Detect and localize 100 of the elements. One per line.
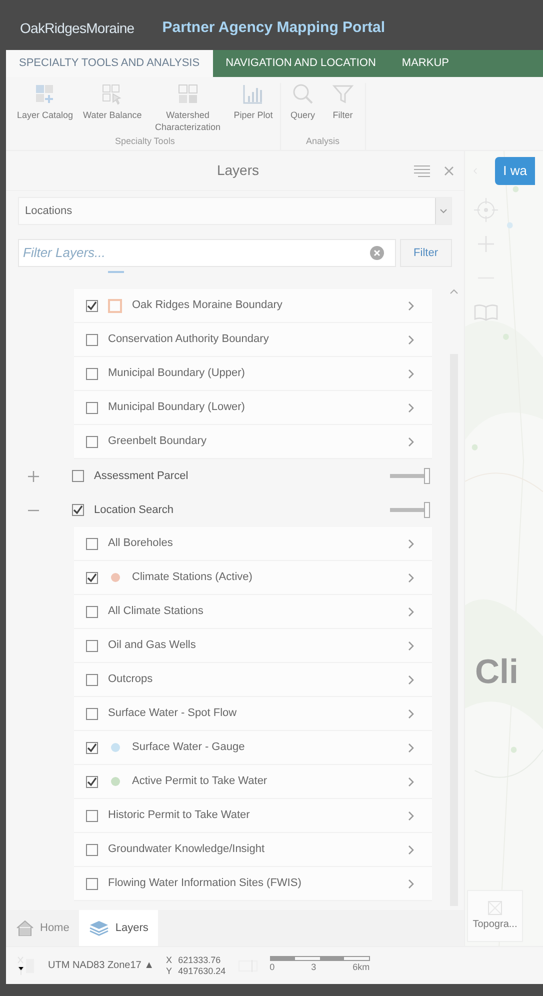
layer-name: Surface Water - Gauge: [132, 740, 246, 756]
ribbon-tab[interactable]: SPECIALTY TOOLS AND ANALYSIS: [6, 50, 213, 77]
layer-name: Historic Permit to Take Water: [108, 808, 251, 824]
layer-name: Greenbelt Boundary: [108, 434, 208, 450]
layer-name: Municipal Boundary (Lower): [108, 400, 246, 416]
layer-row[interactable]: Municipal Boundary (Lower): [74, 391, 432, 425]
chevron-right-icon: [408, 368, 414, 378]
checkbox[interactable]: [86, 810, 98, 822]
layer-row[interactable]: Historic Permit to Take Water: [74, 799, 432, 833]
checkbox[interactable]: [86, 640, 98, 652]
checkbox[interactable]: [86, 742, 98, 754]
layer-row[interactable]: Groundwater Knowledge/Insight: [74, 833, 432, 867]
checkbox[interactable]: [86, 878, 98, 890]
chevron-right-icon: [408, 844, 414, 854]
group-name: Assessment Parcel: [94, 468, 190, 484]
checkbox[interactable]: [86, 334, 98, 346]
slider-thumb[interactable]: [424, 468, 430, 484]
layer-name: All Boreholes: [108, 536, 174, 552]
scroll-up-icon[interactable]: [450, 289, 458, 294]
filter-field[interactable]: Filter Layers...: [18, 239, 396, 267]
close-icon[interactable]: [444, 166, 454, 176]
chevron-right-icon: [408, 878, 414, 888]
chevron-right-icon: [408, 402, 414, 412]
ribbon-tab[interactable]: MARKUP: [388, 50, 462, 77]
chevron-right-icon: [408, 436, 414, 446]
checkbox[interactable]: [86, 844, 98, 856]
panel-tab[interactable]: Home: [6, 910, 80, 946]
checkbox[interactable]: [86, 572, 98, 584]
chevron-right-icon: [408, 810, 414, 820]
plus-icon[interactable]: [28, 470, 39, 482]
panel-title: Layers: [216, 161, 260, 180]
layer-row[interactable]: Municipal Boundary (Upper): [74, 357, 432, 391]
layer-row[interactable]: Conservation Authority Boundary: [74, 323, 432, 357]
tool-button[interactable]: Filter: [322, 83, 363, 121]
filter-icon: [332, 83, 354, 105]
layer-row[interactable]: Surface Water - Spot Flow: [74, 697, 432, 731]
tool-button[interactable]: Layer Catalog: [12, 83, 78, 133]
layer-set-dropdown[interactable]: Locations: [18, 197, 452, 225]
layer-name: Active Permit to Take Water: [132, 774, 268, 790]
home-icon: [16, 920, 34, 936]
checkbox[interactable]: [86, 606, 98, 618]
logo[interactable]: OakRidgesMoraine: [20, 18, 134, 38]
tool-button[interactable]: Query: [282, 83, 323, 121]
opacity-slider[interactable]: [390, 502, 430, 518]
app-title: Partner Agency Mapping Portal: [162, 18, 386, 38]
menu-icon[interactable]: [414, 164, 430, 176]
projection-label[interactable]: UTM NAD83 Zone17 ▲: [48, 958, 154, 973]
grid-cursor-icon: [101, 83, 124, 105]
chevron-right-icon: [408, 708, 414, 718]
layer-row[interactable]: Oak Ridges Moraine Boundary: [74, 289, 432, 323]
checkbox[interactable]: [86, 368, 98, 380]
search-icon: [292, 83, 314, 105]
layer-name: Oil and Gas Wells: [108, 638, 197, 654]
search-button[interactable]: I wa: [495, 157, 535, 185]
layer-name: All Climate Stations: [108, 604, 204, 620]
slider-thumb[interactable]: [424, 502, 430, 518]
layer-row[interactable]: All Climate Stations: [74, 595, 432, 629]
panel-tab[interactable]: Layers: [79, 910, 158, 946]
layer-row[interactable]: Flowing Water Information Sites (FWIS): [74, 867, 432, 901]
chevron-right-icon: [408, 776, 414, 786]
layer-name: Surface Water - Spot Flow: [108, 706, 238, 722]
layer-row[interactable]: Greenbelt Boundary: [74, 425, 432, 459]
checkbox[interactable]: [86, 776, 98, 788]
ribbon-tab[interactable]: NAVIGATION AND LOCATION: [212, 50, 389, 77]
checkbox[interactable]: [86, 300, 98, 312]
layer-row[interactable]: Outcrops: [74, 663, 432, 697]
scroll-indicator: [108, 271, 124, 273]
y-coordinate: 4917630.24: [178, 966, 226, 976]
checkbox[interactable]: [86, 538, 98, 550]
checkbox[interactable]: [86, 436, 98, 448]
checkbox[interactable]: [72, 504, 84, 516]
tool-button[interactable]: Piper Plot: [228, 83, 278, 133]
checkbox[interactable]: [86, 708, 98, 720]
layer-row[interactable]: Oil and Gas Wells: [74, 629, 432, 663]
chevron-right-icon: [408, 742, 414, 752]
layer-row[interactable]: Surface Water - Gauge: [74, 731, 432, 765]
checkbox[interactable]: [86, 674, 98, 686]
checkbox[interactable]: [86, 402, 98, 414]
opacity-slider[interactable]: [390, 468, 430, 484]
layer-row[interactable]: Climate Stations (Active): [74, 561, 432, 595]
x-label: X: [166, 954, 172, 966]
layer-row[interactable]: Active Permit to Take Water: [74, 765, 432, 799]
checkbox[interactable]: [72, 470, 84, 482]
layer-row[interactable]: All Boreholes: [74, 527, 432, 561]
filter-button[interactable]: Filter: [400, 239, 452, 267]
layer-name: Oak Ridges Moraine Boundary: [132, 298, 284, 314]
chevron-right-icon: [408, 572, 414, 582]
group-label: Specialty Tools: [114, 134, 176, 148]
tool-button[interactable]: Watershed Characterization: [146, 83, 229, 133]
chevron-right-icon: [408, 300, 414, 310]
bar-chart-icon: [242, 83, 264, 105]
clear-icon[interactable]: [370, 246, 384, 260]
layer-name: Climate Stations (Active): [132, 570, 254, 586]
scale-label: 0: [270, 961, 275, 974]
chevron-down-icon: [440, 208, 447, 214]
coordinate-icon[interactable]: [16, 954, 36, 976]
basemap-button[interactable]: Topogra...: [467, 890, 523, 942]
tool-button[interactable]: Water Balance: [78, 83, 147, 133]
chevron-right-icon: [408, 538, 414, 548]
layer-name: Outcrops: [108, 672, 154, 688]
